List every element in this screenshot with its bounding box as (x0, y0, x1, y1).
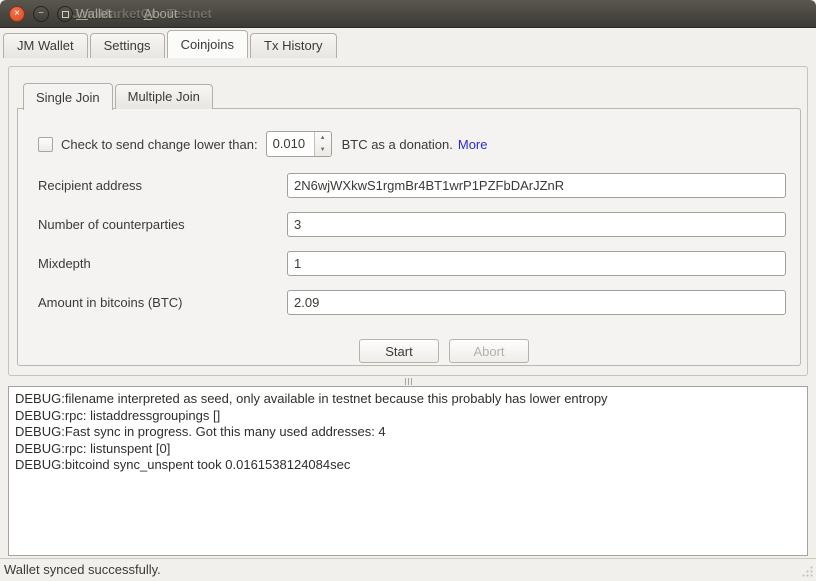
titlebar[interactable]: × − JoinMarketQt - Testnet WalletAbout (0, 0, 816, 28)
donation-amount-value[interactable]: 0.010 (267, 132, 314, 156)
more-link[interactable]: More (458, 137, 488, 152)
main-tab-bar: JM Wallet Settings Coinjoins Tx History (3, 28, 339, 58)
counterparties-label: Number of counterparties (32, 217, 287, 232)
donation-checkbox[interactable] (38, 137, 53, 152)
recipient-address-label: Recipient address (32, 178, 287, 193)
spinner-buttons[interactable]: ▲ ▼ (314, 132, 331, 156)
log-line: DEBUG:bitcoind sync_unspent took 0.01615… (15, 457, 801, 474)
amount-label: Amount in bitcoins (BTC) (32, 295, 287, 310)
spinner-down-icon[interactable]: ▼ (315, 144, 331, 156)
debug-log[interactable]: DEBUG:filename interpreted as seed, only… (8, 386, 808, 556)
log-line: DEBUG:filename interpreted as seed, only… (15, 391, 801, 408)
resize-grip[interactable] (801, 566, 813, 578)
counterparties-input[interactable] (287, 212, 786, 237)
menu-item-about[interactable]: About (144, 0, 178, 28)
form-row-amount: Amount in bitcoins (BTC) (32, 290, 786, 315)
coinjoins-groupbox: Single Join Multiple Join Check to send … (8, 66, 808, 376)
button-row: Start Abort (32, 339, 786, 363)
abort-button: Abort (449, 339, 529, 363)
window-controls: × − (9, 6, 73, 22)
mixdepth-input[interactable] (287, 251, 786, 276)
donation-label: Check to send change lower than: (61, 137, 258, 152)
form-row-mixdepth: Mixdepth (32, 251, 786, 276)
subtab-bar: Single Join Multiple Join (23, 82, 215, 109)
form-row-counterparties: Number of counterparties (32, 212, 786, 237)
single-join-panel: Check to send change lower than: 0.010 ▲… (17, 108, 801, 366)
minimize-icon[interactable]: − (33, 6, 49, 22)
tab-settings[interactable]: Settings (90, 33, 165, 58)
mixdepth-label: Mixdepth (32, 256, 287, 271)
tab-jm-wallet[interactable]: JM Wallet (3, 33, 88, 58)
tab-coinjoins[interactable]: Coinjoins (167, 30, 248, 58)
subtab-multiple-join[interactable]: Multiple Join (115, 84, 213, 109)
start-button[interactable]: Start (359, 339, 439, 363)
maximize-icon[interactable] (57, 6, 73, 22)
tab-tx-history[interactable]: Tx History (250, 33, 337, 58)
close-icon[interactable]: × (9, 6, 25, 22)
log-line: DEBUG:rpc: listunspent [0] (15, 441, 801, 458)
form-row-recipient: Recipient address (32, 173, 786, 198)
donation-row: Check to send change lower than: 0.010 ▲… (38, 131, 786, 157)
spinner-up-icon[interactable]: ▲ (315, 132, 331, 144)
donation-amount-spinner[interactable]: 0.010 ▲ ▼ (266, 131, 332, 157)
donation-suffix: BTC as a donation. (342, 137, 453, 152)
menu-item-wallet[interactable]: Wallet (76, 0, 112, 28)
status-text: Wallet synced successfully. (4, 562, 161, 577)
menubar-overlay: Wallet About (76, 0, 178, 28)
subtab-single-join[interactable]: Single Join (23, 83, 113, 110)
splitter-handle[interactable] (0, 377, 816, 385)
amount-input[interactable] (287, 290, 786, 315)
log-line: DEBUG:rpc: listaddressgroupings [] (15, 408, 801, 425)
recipient-address-input[interactable] (287, 173, 786, 198)
log-line: DEBUG:Fast sync in progress. Got this ma… (15, 424, 801, 441)
status-bar: Wallet synced successfully. (0, 558, 816, 581)
